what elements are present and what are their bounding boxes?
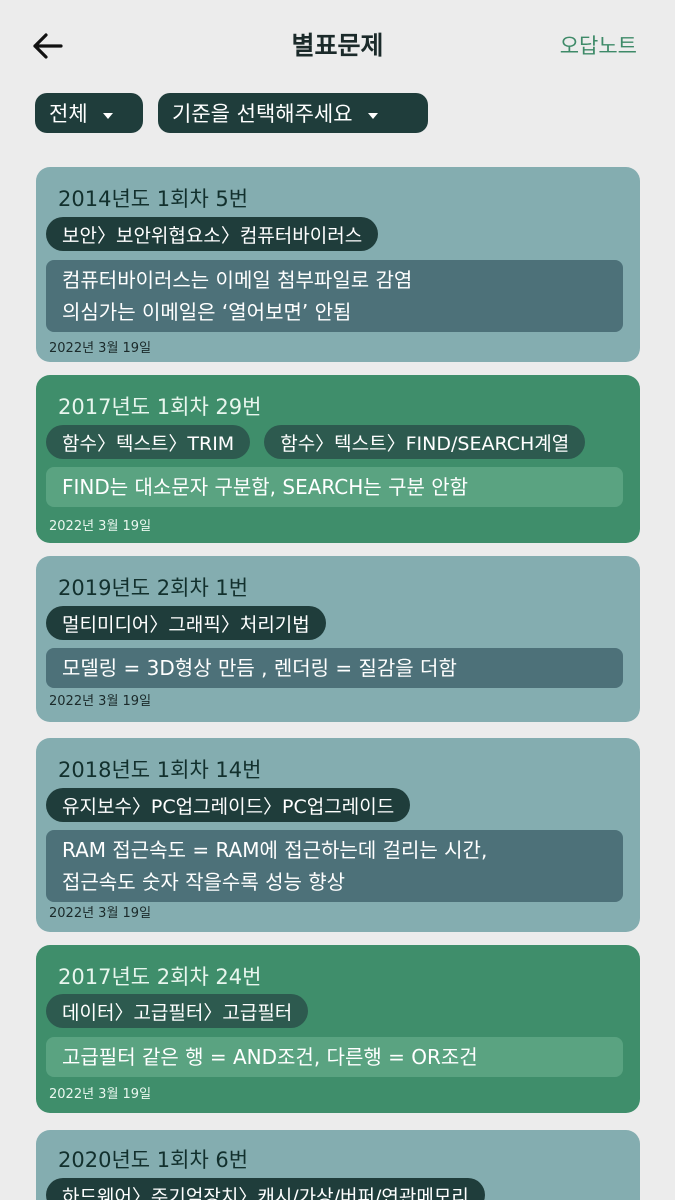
question-card[interactable]: 2019년도 2회차 1번 멀티미디어〉그래픽〉처리기법 모델링 = 3D형상 … (36, 556, 640, 722)
criteria-dropdown[interactable]: 기준을 선택해주세요 (158, 93, 428, 133)
saved-date: 2022년 3월 19일 (49, 519, 152, 534)
memo-box: RAM 접근속도 = RAM에 접근하는데 걸리는 시간, 접근속도 숫자 작을… (46, 830, 623, 902)
category-tag[interactable]: 함수〉텍스트〉FIND/SEARCH계열 (264, 425, 586, 459)
question-card[interactable]: 2017년도 2회차 24번 데이터〉고급필터〉고급필터 고급필터 같은 행 =… (36, 945, 640, 1113)
caret-down-icon (367, 101, 379, 125)
saved-date: 2022년 3월 19일 (49, 1087, 152, 1102)
category-tag[interactable]: 보안〉보안위협요소〉컴퓨터바이러스 (46, 217, 379, 251)
saved-date: 2022년 3월 19일 (49, 906, 152, 921)
memo-box: 모델링 = 3D형상 만듬 , 렌더링 = 질감을 더함 (46, 648, 623, 688)
question-card[interactable]: 2017년도 1회차 29번 함수〉텍스트〉TRIM 함수〉텍스트〉FIND/S… (36, 375, 640, 543)
filter-all-label: 전체 (49, 102, 88, 126)
category-tag[interactable]: 멀티미디어〉그래픽〉처리기법 (46, 606, 326, 640)
caret-down-icon (102, 101, 114, 125)
card-title: 2017년도 2회차 24번 (58, 965, 262, 989)
memo-box: 컴퓨터바이러스는 이메일 첨부파일로 감염 의심가는 이메일은 ‘열어보면’ 안… (46, 260, 623, 332)
card-title: 2020년도 1회차 6번 (58, 1148, 249, 1172)
category-tag[interactable]: 유지보수〉PC업그레이드〉PC업그레이드 (46, 788, 411, 822)
memo-line: 의심가는 이메일은 ‘열어보면’ 안됨 (62, 300, 352, 324)
card-title: 2014년도 1회차 5번 (58, 187, 249, 211)
memo-line: 고급필터 같은 행 = AND조건, 다른행 = OR조건 (62, 1045, 478, 1069)
category-tag[interactable]: 함수〉텍스트〉TRIM (46, 425, 251, 459)
memo-line: RAM 접근속도 = RAM에 접근하는데 걸리는 시간, (62, 838, 488, 862)
memo-line: 접근속도 숫자 작을수록 성능 향상 (62, 870, 346, 894)
memo-line: 모델링 = 3D형상 만듬 , 렌더링 = 질감을 더함 (62, 656, 457, 680)
category-tag[interactable]: 하드웨어〉주기억장치〉캐시/가상/버퍼/연관메모리 (46, 1178, 485, 1200)
saved-date: 2022년 3월 19일 (49, 341, 152, 356)
top-bar: 별표문제 오답노트 (0, 0, 675, 88)
memo-line: FIND는 대소문자 구분함, SEARCH는 구분 안함 (62, 475, 469, 499)
category-tag[interactable]: 데이터〉고급필터〉고급필터 (46, 994, 309, 1028)
question-card[interactable]: 2020년도 1회차 6번 하드웨어〉주기억장치〉캐시/가상/버퍼/연관메모리 (36, 1130, 640, 1200)
filter-all-dropdown[interactable]: 전체 (35, 93, 143, 133)
memo-line: 컴퓨터바이러스는 이메일 첨부파일로 감염 (62, 268, 413, 292)
memo-box: FIND는 대소문자 구분함, SEARCH는 구분 안함 (46, 467, 623, 507)
criteria-label: 기준을 선택해주세요 (172, 102, 353, 126)
memo-box: 고급필터 같은 행 = AND조건, 다른행 = OR조건 (46, 1037, 623, 1077)
question-card[interactable]: 2014년도 1회차 5번 보안〉보안위협요소〉컴퓨터바이러스 컴퓨터바이러스는… (36, 167, 640, 362)
card-title: 2018년도 1회차 14번 (58, 758, 262, 782)
question-card[interactable]: 2018년도 1회차 14번 유지보수〉PC업그레이드〉PC업그레이드 RAM … (36, 738, 640, 932)
card-title: 2019년도 2회차 1번 (58, 576, 249, 600)
saved-date: 2022년 3월 19일 (49, 694, 152, 709)
wrong-note-link[interactable]: 오답노트 (560, 30, 637, 60)
card-title: 2017년도 1회차 29번 (58, 395, 262, 419)
